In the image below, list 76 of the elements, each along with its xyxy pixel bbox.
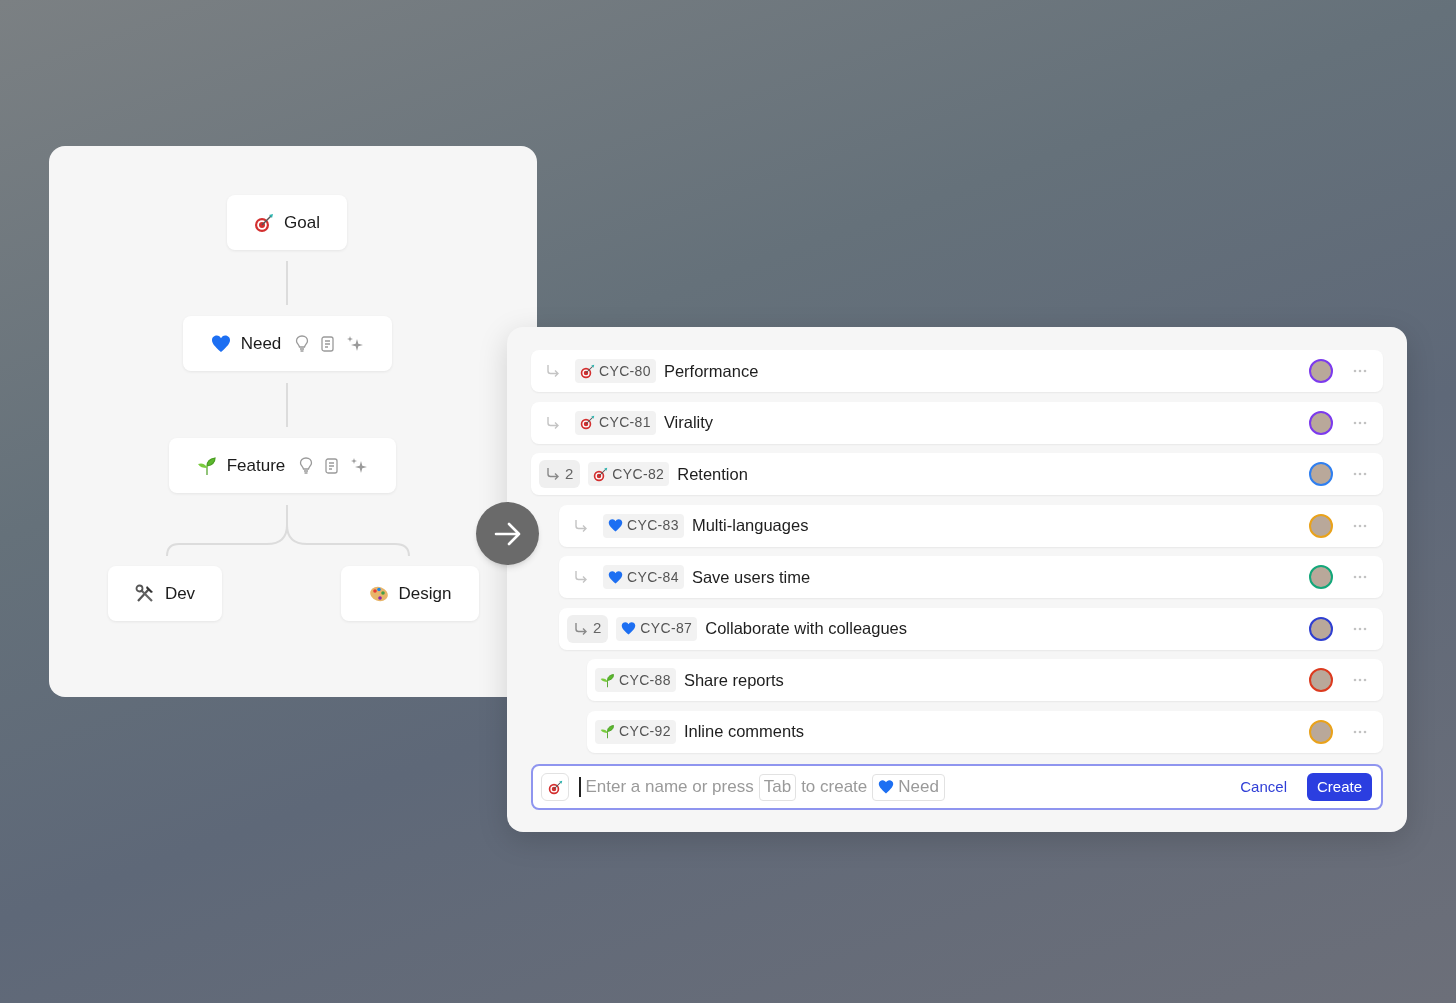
more-icon[interactable]: [1353, 729, 1367, 734]
hierarchy-node[interactable]: Design: [341, 566, 479, 621]
item-row[interactable]: 2 CYC-87 Collaborate with colleagues: [559, 607, 1383, 650]
sprout-icon: [600, 672, 615, 688]
issue-id-tag: CYC-83: [603, 513, 684, 538]
hierarchy-node[interactable]: Need: [183, 316, 392, 371]
text-cursor: [579, 777, 581, 797]
more-icon[interactable]: [1353, 523, 1367, 528]
heart-icon: [210, 333, 231, 354]
subitem-count[interactable]: 2: [567, 614, 609, 643]
more-icon[interactable]: [1353, 678, 1367, 682]
return-arrow-icon: [546, 364, 560, 378]
item-row[interactable]: CYC-92 Inline comments: [587, 710, 1383, 753]
subitem-count[interactable]: 2: [539, 460, 581, 488]
issue-id-tag: CYC-87: [616, 616, 698, 641]
hierarchy-node[interactable]: Feature: [169, 438, 396, 493]
target-icon: [580, 363, 595, 379]
item-title: Inline comments: [683, 721, 805, 743]
heart-icon: [621, 621, 637, 636]
node-label: Dev: [164, 582, 196, 605]
placeholder-text: to create: [801, 776, 868, 799]
sprout-icon: [196, 455, 217, 476]
item-title: Retention: [677, 463, 748, 485]
node-label: Feature: [226, 454, 286, 477]
return-arrow-icon: [546, 467, 560, 481]
more-icon[interactable]: [1353, 369, 1367, 373]
return-arrow-icon: [574, 621, 588, 636]
item-title: Save users time: [691, 566, 811, 588]
tools-icon: [134, 583, 155, 604]
item-row[interactable]: CYC-83 Multi-languages: [559, 504, 1383, 547]
heart-icon: [608, 518, 623, 533]
cancel-button[interactable]: Cancel: [1230, 773, 1297, 801]
arrow-right-icon: [493, 521, 522, 546]
lightbulb-icon[interactable]: [299, 457, 314, 474]
node-label: Need: [240, 332, 282, 355]
item-title: Multi-languages: [691, 515, 809, 537]
issue-id-tag: CYC-81: [575, 410, 656, 435]
more-icon[interactable]: [1353, 420, 1367, 425]
document-icon[interactable]: [321, 335, 335, 352]
heart-icon: [608, 569, 623, 585]
more-icon[interactable]: [1353, 575, 1367, 579]
more-icon[interactable]: [1353, 626, 1367, 631]
item-row[interactable]: CYC-80 Performance: [531, 350, 1383, 392]
item-row[interactable]: 2 CYC-82 Retention: [531, 453, 1383, 495]
hierarchy-node[interactable]: Dev: [108, 566, 222, 621]
return-arrow-icon: [574, 570, 588, 584]
item-row[interactable]: CYC-88 Share reports: [587, 659, 1383, 701]
issue-id-tag: CYC-88: [595, 668, 676, 692]
keyboard-key: Tab: [758, 773, 797, 801]
lightbulb-icon[interactable]: [295, 335, 310, 352]
item-title: Share reports: [683, 669, 784, 691]
target-icon: [254, 212, 275, 233]
node-label: Design: [398, 582, 452, 605]
placeholder-text: Enter a name or press: [585, 776, 754, 799]
more-icon[interactable]: [1353, 472, 1367, 476]
target-icon: [580, 415, 595, 430]
issue-id-tag: CYC-82: [588, 462, 670, 486]
return-arrow-icon: [574, 518, 588, 533]
type-picker-button[interactable]: [541, 773, 569, 801]
item-title: Virality: [663, 412, 714, 434]
create-button[interactable]: Create: [1306, 773, 1372, 801]
item-title: Performance: [663, 360, 759, 382]
issue-id-tag: CYC-92: [595, 719, 676, 744]
heart-icon: [878, 779, 895, 795]
return-arrow-icon: [546, 415, 560, 430]
hierarchy-node[interactable]: Goal: [227, 195, 347, 250]
target-icon: [593, 466, 609, 482]
document-icon[interactable]: [325, 457, 339, 474]
item-row[interactable]: CYC-84 Save users time: [559, 556, 1383, 598]
item-title: Collaborate with colleagues: [705, 618, 908, 640]
issue-id-tag: CYC-80: [575, 359, 656, 383]
sprout-icon: [600, 724, 615, 739]
target-icon: [547, 779, 563, 795]
issue-id-tag: CYC-84: [603, 565, 684, 589]
item-row[interactable]: CYC-81 Virality: [531, 401, 1383, 444]
node-label: Goal: [284, 211, 320, 234]
